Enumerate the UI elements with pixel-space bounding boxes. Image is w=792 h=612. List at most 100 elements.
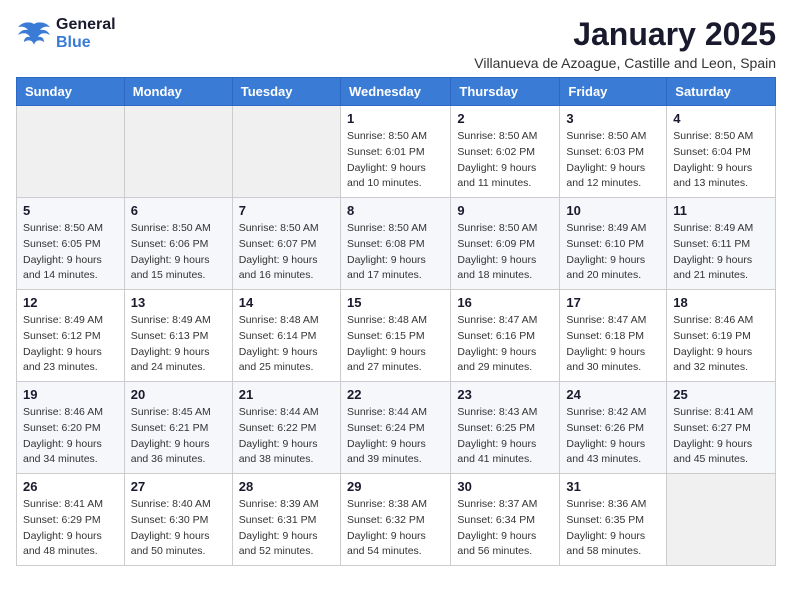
day-info: Sunrise: 8:50 AM Sunset: 6:01 PM Dayligh…: [347, 129, 444, 192]
week-row-1: 1 Sunrise: 8:50 AM Sunset: 6:01 PM Daylig…: [17, 106, 776, 198]
col-header-tuesday: Tuesday: [232, 78, 340, 106]
day-info: Sunrise: 8:50 AM Sunset: 6:07 PM Dayligh…: [239, 221, 334, 284]
day-info: Sunrise: 8:47 AM Sunset: 6:18 PM Dayligh…: [566, 313, 660, 376]
calendar-table: SundayMondayTuesdayWednesdayThursdayFrid…: [16, 77, 776, 566]
week-row-4: 19 Sunrise: 8:46 AM Sunset: 6:20 PM Dayli…: [17, 382, 776, 474]
day-number: 13: [131, 295, 226, 310]
day-cell: 30 Sunrise: 8:37 AM Sunset: 6:34 PM Dayli…: [451, 474, 560, 566]
logo: General Blue: [16, 16, 116, 52]
location-title: Villanueva de Azoague, Castille and Leon…: [474, 55, 776, 71]
day-number: 23: [457, 387, 553, 402]
day-cell: 16 Sunrise: 8:47 AM Sunset: 6:16 PM Dayli…: [451, 290, 560, 382]
day-number: 2: [457, 111, 553, 126]
day-info: Sunrise: 8:44 AM Sunset: 6:24 PM Dayligh…: [347, 405, 444, 468]
day-number: 24: [566, 387, 660, 402]
day-cell: 15 Sunrise: 8:48 AM Sunset: 6:15 PM Dayli…: [340, 290, 450, 382]
day-info: Sunrise: 8:41 AM Sunset: 6:27 PM Dayligh…: [673, 405, 769, 468]
day-number: 16: [457, 295, 553, 310]
day-number: 1: [347, 111, 444, 126]
day-number: 26: [23, 479, 118, 494]
day-info: Sunrise: 8:47 AM Sunset: 6:16 PM Dayligh…: [457, 313, 553, 376]
day-cell: [17, 106, 125, 198]
day-number: 21: [239, 387, 334, 402]
day-number: 30: [457, 479, 553, 494]
day-cell: 23 Sunrise: 8:43 AM Sunset: 6:25 PM Dayli…: [451, 382, 560, 474]
day-number: 4: [673, 111, 769, 126]
day-cell: 14 Sunrise: 8:48 AM Sunset: 6:14 PM Dayli…: [232, 290, 340, 382]
day-info: Sunrise: 8:50 AM Sunset: 6:09 PM Dayligh…: [457, 221, 553, 284]
day-cell: 19 Sunrise: 8:46 AM Sunset: 6:20 PM Dayli…: [17, 382, 125, 474]
day-number: 20: [131, 387, 226, 402]
day-info: Sunrise: 8:49 AM Sunset: 6:13 PM Dayligh…: [131, 313, 226, 376]
day-info: Sunrise: 8:40 AM Sunset: 6:30 PM Dayligh…: [131, 497, 226, 560]
day-info: Sunrise: 8:49 AM Sunset: 6:10 PM Dayligh…: [566, 221, 660, 284]
day-number: 31: [566, 479, 660, 494]
day-cell: 20Sunrise: 8:45 AM Sunset: 6:21 PM Dayli…: [124, 382, 232, 474]
col-header-saturday: Saturday: [667, 78, 776, 106]
day-number: 19: [23, 387, 118, 402]
day-info: Sunrise: 8:49 AM Sunset: 6:11 PM Dayligh…: [673, 221, 769, 284]
calendar-header-row: SundayMondayTuesdayWednesdayThursdayFrid…: [17, 78, 776, 106]
day-info: Sunrise: 8:48 AM Sunset: 6:15 PM Dayligh…: [347, 313, 444, 376]
day-info: Sunrise: 8:38 AM Sunset: 6:32 PM Dayligh…: [347, 497, 444, 560]
week-row-5: 26 Sunrise: 8:41 AM Sunset: 6:29 PM Dayli…: [17, 474, 776, 566]
day-number: 17: [566, 295, 660, 310]
day-number: 3: [566, 111, 660, 126]
day-cell: 24 Sunrise: 8:42 AM Sunset: 6:26 PM Dayli…: [560, 382, 667, 474]
day-cell: 4 Sunrise: 8:50 AM Sunset: 6:04 PM Daylig…: [667, 106, 776, 198]
col-header-wednesday: Wednesday: [340, 78, 450, 106]
day-cell: 8 Sunrise: 8:50 AM Sunset: 6:08 PM Daylig…: [340, 198, 450, 290]
day-info: Sunrise: 8:48 AM Sunset: 6:14 PM Dayligh…: [239, 313, 334, 376]
day-cell: 26 Sunrise: 8:41 AM Sunset: 6:29 PM Dayli…: [17, 474, 125, 566]
day-number: 9: [457, 203, 553, 218]
col-header-thursday: Thursday: [451, 78, 560, 106]
title-block: January 2025 Villanueva de Azoague, Cast…: [474, 16, 776, 71]
day-cell: 10Sunrise: 8:49 AM Sunset: 6:10 PM Dayli…: [560, 198, 667, 290]
day-cell: 1 Sunrise: 8:50 AM Sunset: 6:01 PM Daylig…: [340, 106, 450, 198]
day-cell: 25Sunrise: 8:41 AM Sunset: 6:27 PM Dayli…: [667, 382, 776, 474]
col-header-sunday: Sunday: [17, 78, 125, 106]
day-info: Sunrise: 8:50 AM Sunset: 6:06 PM Dayligh…: [131, 221, 226, 284]
day-cell: 17 Sunrise: 8:47 AM Sunset: 6:18 PM Dayli…: [560, 290, 667, 382]
day-number: 27: [131, 479, 226, 494]
day-number: 7: [239, 203, 334, 218]
day-number: 15: [347, 295, 444, 310]
day-info: Sunrise: 8:50 AM Sunset: 6:04 PM Dayligh…: [673, 129, 769, 192]
day-number: 11: [673, 203, 769, 218]
day-info: Sunrise: 8:50 AM Sunset: 6:03 PM Dayligh…: [566, 129, 660, 192]
week-row-3: 12Sunrise: 8:49 AM Sunset: 6:12 PM Dayli…: [17, 290, 776, 382]
day-number: 5: [23, 203, 118, 218]
day-info: Sunrise: 8:46 AM Sunset: 6:20 PM Dayligh…: [23, 405, 118, 468]
day-cell: 31 Sunrise: 8:36 AM Sunset: 6:35 PM Dayli…: [560, 474, 667, 566]
col-header-friday: Friday: [560, 78, 667, 106]
day-number: 18: [673, 295, 769, 310]
day-number: 14: [239, 295, 334, 310]
day-number: 22: [347, 387, 444, 402]
day-info: Sunrise: 8:42 AM Sunset: 6:26 PM Dayligh…: [566, 405, 660, 468]
logo-text: General Blue: [56, 16, 116, 52]
day-cell: 7 Sunrise: 8:50 AM Sunset: 6:07 PM Daylig…: [232, 198, 340, 290]
day-info: Sunrise: 8:37 AM Sunset: 6:34 PM Dayligh…: [457, 497, 553, 560]
day-number: 29: [347, 479, 444, 494]
day-info: Sunrise: 8:46 AM Sunset: 6:19 PM Dayligh…: [673, 313, 769, 376]
col-header-monday: Monday: [124, 78, 232, 106]
day-cell: 6Sunrise: 8:50 AM Sunset: 6:06 PM Daylig…: [124, 198, 232, 290]
day-cell: 2 Sunrise: 8:50 AM Sunset: 6:02 PM Daylig…: [451, 106, 560, 198]
day-info: Sunrise: 8:39 AM Sunset: 6:31 PM Dayligh…: [239, 497, 334, 560]
day-cell: 29 Sunrise: 8:38 AM Sunset: 6:32 PM Dayli…: [340, 474, 450, 566]
day-cell: 9 Sunrise: 8:50 AM Sunset: 6:09 PM Daylig…: [451, 198, 560, 290]
day-info: Sunrise: 8:50 AM Sunset: 6:02 PM Dayligh…: [457, 129, 553, 192]
week-row-2: 5 Sunrise: 8:50 AM Sunset: 6:05 PM Daylig…: [17, 198, 776, 290]
day-number: 8: [347, 203, 444, 218]
day-info: Sunrise: 8:41 AM Sunset: 6:29 PM Dayligh…: [23, 497, 118, 560]
day-number: 28: [239, 479, 334, 494]
day-cell: 12Sunrise: 8:49 AM Sunset: 6:12 PM Dayli…: [17, 290, 125, 382]
day-cell: [232, 106, 340, 198]
day-cell: 3 Sunrise: 8:50 AM Sunset: 6:03 PM Daylig…: [560, 106, 667, 198]
day-info: Sunrise: 8:50 AM Sunset: 6:08 PM Dayligh…: [347, 221, 444, 284]
month-title: January 2025: [474, 16, 776, 53]
day-cell: [124, 106, 232, 198]
day-info: Sunrise: 8:50 AM Sunset: 6:05 PM Dayligh…: [23, 221, 118, 284]
day-info: Sunrise: 8:43 AM Sunset: 6:25 PM Dayligh…: [457, 405, 553, 468]
day-info: Sunrise: 8:36 AM Sunset: 6:35 PM Dayligh…: [566, 497, 660, 560]
